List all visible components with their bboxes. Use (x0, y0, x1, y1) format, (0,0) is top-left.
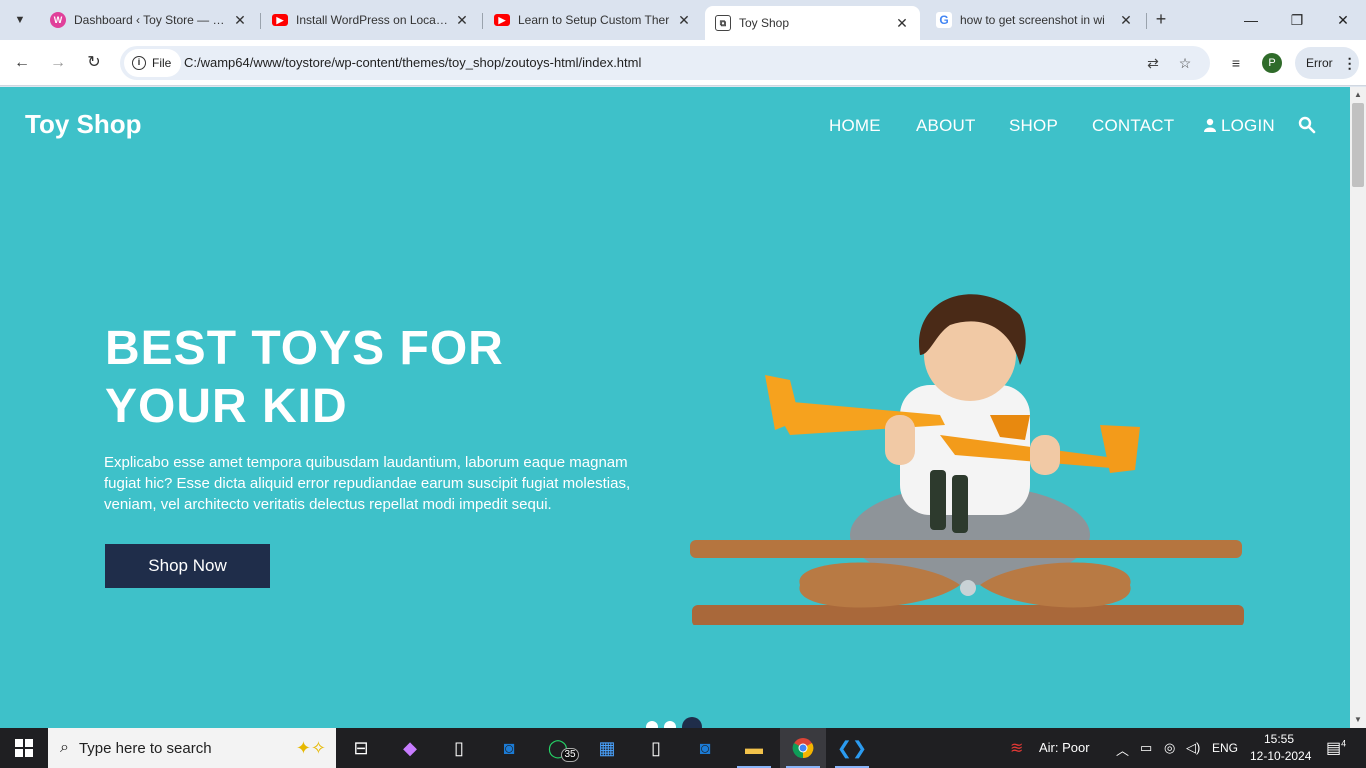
nav-shop[interactable]: SHOP (1009, 116, 1058, 136)
scroll-down-icon[interactable]: ▼ (1350, 712, 1366, 728)
bookmark-star-icon[interactable]: ☆ (1176, 54, 1194, 72)
document-icon[interactable]: ▯ (633, 728, 679, 768)
language-indicator[interactable]: ENG (1212, 741, 1238, 755)
scroll-up-icon[interactable]: ▲ (1350, 87, 1366, 103)
reload-button[interactable]: ↻ (82, 51, 106, 75)
taskbar-search[interactable]: ⌕ Type here to search ✦✧ (48, 728, 336, 768)
nav-login[interactable]: LOGIN (1204, 116, 1275, 136)
scroll-thumb[interactable] (1352, 103, 1364, 187)
store-icon[interactable]: ▦ (584, 728, 630, 768)
close-icon[interactable]: ✕ (676, 12, 692, 29)
tab-search-button[interactable]: ▼ (8, 8, 32, 32)
file-explorer-icon[interactable]: ▬ (731, 728, 777, 768)
windows-logo-icon (15, 739, 33, 757)
copilot-icon[interactable]: ◆ (387, 728, 433, 768)
address-bar[interactable]: i File C:/wamp64/www/toystore/wp-content… (120, 46, 1210, 80)
outlook-new-icon[interactable]: ◙ (682, 728, 728, 768)
page-viewport: Toy Shop HOME ABOUT SHOP CONTACT LOGIN B… (0, 87, 1350, 728)
tab-custom-theme[interactable]: ▶ Learn to Setup Custom Ther ✕ (484, 6, 702, 34)
air-quality-text[interactable]: Air: Poor (1039, 740, 1090, 755)
url-text[interactable]: C:/wamp64/www/toystore/wp-content/themes… (184, 55, 641, 70)
close-icon[interactable]: ✕ (454, 12, 470, 29)
battery-icon[interactable]: ▭ (1140, 740, 1152, 756)
info-icon: i (132, 56, 146, 70)
page-icon: ⧉ (715, 15, 731, 31)
hero-description: Explicabo esse amet tempora quibusdam la… (104, 454, 631, 513)
close-icon[interactable]: ✕ (894, 15, 910, 32)
forward-button[interactable]: → (46, 51, 70, 75)
whatsapp-badge: 35 (561, 748, 579, 762)
more-vert-icon: ⋮ (1342, 54, 1357, 71)
clock-time[interactable]: 15:55 (1264, 732, 1294, 746)
wordpress-icon: W (50, 12, 66, 28)
carousel-dot-2[interactable] (664, 721, 676, 728)
hero-kid-airplane-image (690, 294, 1244, 625)
browser-toolbar: ← → ↻ i File C:/wamp64/www/toystore/wp-c… (0, 40, 1366, 86)
carousel-dot-1[interactable] (646, 721, 658, 728)
user-icon (1204, 118, 1216, 132)
close-window-button[interactable]: ✕ (1320, 8, 1366, 32)
chrome-icon[interactable] (780, 728, 826, 768)
site-brand[interactable]: Toy Shop (25, 109, 142, 140)
back-button[interactable]: ← (10, 51, 34, 75)
minimize-button[interactable]: — (1228, 8, 1274, 32)
windows-taskbar: ⌕ Type here to search ✦✧ ⊟ ◆ ▯ ◙ ◯ 35 ▦ ▯… (0, 728, 1366, 768)
error-menu-button[interactable]: Error ⋮ (1295, 47, 1359, 79)
restore-button[interactable]: ❐ (1274, 8, 1320, 32)
media-controls-icon[interactable]: ≡ (1225, 52, 1247, 74)
profile-avatar[interactable]: P (1262, 53, 1282, 73)
youtube-icon: ▶ (494, 14, 510, 26)
carousel-dot-3[interactable] (682, 717, 702, 728)
nav-contact[interactable]: CONTACT (1092, 116, 1174, 136)
tab-install-wordpress[interactable]: ▶ Install WordPress on Localho ✕ (262, 6, 480, 34)
nav-home[interactable]: HOME (829, 116, 881, 136)
air-quality-icon: ≋ (1010, 740, 1024, 757)
outlook-icon[interactable]: ◙ (486, 728, 532, 768)
google-icon: G (936, 12, 952, 28)
search-icon: ⌕ (60, 739, 69, 756)
task-view-icon[interactable]: ⊟ (338, 728, 384, 768)
tab-toy-shop[interactable]: ⧉ Toy Shop ✕ (705, 6, 920, 40)
start-button[interactable] (0, 728, 48, 768)
translate-icon[interactable]: ⇄ (1144, 54, 1162, 72)
close-icon[interactable]: ✕ (1118, 12, 1134, 29)
shop-now-button[interactable]: Shop Now (105, 544, 270, 588)
new-tab-button[interactable]: + (1150, 8, 1172, 30)
youtube-icon: ▶ (272, 14, 288, 26)
camera-icon[interactable]: ◎ (1164, 740, 1175, 756)
close-icon[interactable]: ✕ (232, 12, 248, 29)
volume-icon[interactable]: ◁) (1186, 740, 1200, 756)
tab-google-search[interactable]: G how to get screenshot in wi ✕ (926, 6, 1144, 34)
search-icon[interactable] (1298, 116, 1316, 134)
hero-title: BEST TOYS FOR YOUR KID (105, 322, 504, 433)
whatsapp-icon[interactable]: ◯ 35 (535, 728, 581, 768)
vscode-icon[interactable]: ❮❯ (829, 728, 875, 768)
file-icon[interactable]: ▯ (436, 728, 482, 768)
page-scrollbar[interactable]: ▲ ▼ (1350, 87, 1366, 728)
notifications-icon[interactable]: ▤4 (1326, 738, 1346, 758)
site-info-chip[interactable]: i File (124, 49, 182, 77)
tab-dashboard[interactable]: W Dashboard ‹ Toy Store — Wo ✕ (40, 6, 258, 34)
tab-strip: ▼ W Dashboard ‹ Toy Store — Wo ✕ ▶ Insta… (0, 0, 1366, 40)
clock-date[interactable]: 12-10-2024 (1250, 749, 1311, 763)
sparkle-icon: ✦✧ (295, 737, 326, 758)
chevron-up-icon[interactable]: ︿ (1116, 740, 1129, 759)
nav-about[interactable]: ABOUT (916, 116, 976, 136)
